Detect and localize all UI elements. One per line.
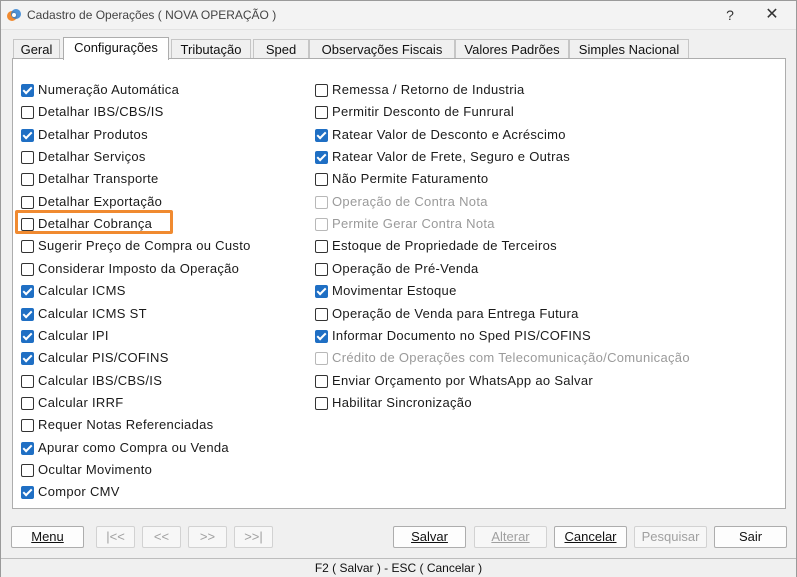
checkbox[interactable] xyxy=(21,195,34,209)
checkbox[interactable] xyxy=(315,396,328,410)
tab-configuracoes[interactable]: Configurações xyxy=(63,37,169,60)
cancel-button-label: Cancelar xyxy=(564,529,617,544)
checkbox[interactable] xyxy=(21,173,34,187)
option-label: Operação de Venda para Entrega Futura xyxy=(332,305,579,321)
exit-button[interactable]: Sair xyxy=(714,526,787,548)
checkbox[interactable] xyxy=(21,352,34,366)
option-label: Considerar Imposto da Operação xyxy=(38,260,240,276)
option-label: Calcular ICMS xyxy=(38,283,126,299)
title-bar: Cadastro de Operações ( NOVA OPERAÇÃO ) … xyxy=(1,1,796,30)
cancel-button[interactable]: Cancelar xyxy=(554,526,627,548)
configuracoes-panel: Numeração Automática Detalhar IBS/CBS/IS D… xyxy=(12,58,786,509)
checkbox[interactable] xyxy=(315,285,328,299)
next-record-button[interactable]: >> xyxy=(188,526,227,548)
option-label: Operação de Contra Nota xyxy=(332,193,488,209)
previous-record-button[interactable]: << xyxy=(142,526,181,548)
tab-valores-padroes[interactable]: Valores Padrões xyxy=(455,39,569,59)
checkbox[interactable] xyxy=(315,128,328,142)
option-label: Permite Gerar Contra Nota xyxy=(332,216,495,232)
first-record-button[interactable]: |<< xyxy=(96,526,135,548)
checkbox[interactable] xyxy=(21,128,34,142)
option-label: Não Permite Faturamento xyxy=(332,171,489,187)
option-label: Calcular IRRF xyxy=(38,394,124,410)
tab-sped[interactable]: Sped xyxy=(253,39,309,59)
option-label: Calcular PIS/COFINS xyxy=(38,350,169,366)
help-button[interactable]: ? xyxy=(717,5,743,25)
option-label: Compor CMV xyxy=(38,484,120,500)
checkbox[interactable] xyxy=(315,329,328,343)
dialog-window: Cadastro de Operações ( NOVA OPERAÇÃO ) … xyxy=(0,0,797,577)
option-label: Enviar Orçamento por WhatsApp ao Salvar xyxy=(332,372,593,388)
checkbox[interactable] xyxy=(315,151,328,165)
status-bar: F2 ( Salvar ) - ESC ( Cancelar ) xyxy=(1,558,796,577)
option-label: Movimentar Estoque xyxy=(332,283,457,299)
option-label: Requer Notas Referenciadas xyxy=(38,417,214,433)
checkbox[interactable] xyxy=(21,262,34,276)
option-label: Ratear Valor de Desconto e Acréscimo xyxy=(332,126,566,142)
option-label: Ratear Valor de Frete, Seguro e Outras xyxy=(332,149,571,165)
app-logo-icon xyxy=(7,9,21,21)
highlight-box xyxy=(15,210,173,234)
tab-geral[interactable]: Geral xyxy=(13,39,60,59)
checkbox[interactable] xyxy=(315,240,328,254)
checkbox xyxy=(315,195,328,209)
option-label: Calcular ICMS ST xyxy=(38,305,147,321)
edit-button[interactable]: Alterar xyxy=(474,526,547,548)
checkbox[interactable] xyxy=(21,329,34,343)
menu-button-label: Menu xyxy=(31,529,64,544)
checkbox[interactable] xyxy=(315,106,328,120)
checkbox[interactable] xyxy=(21,84,34,97)
tab-observacoes-fiscais[interactable]: Observações Fiscais xyxy=(309,39,455,59)
menu-button[interactable]: Menu xyxy=(11,526,84,548)
search-button[interactable]: Pesquisar xyxy=(634,526,707,548)
option-label: Remessa / Retorno de Industria xyxy=(332,82,525,97)
checkbox[interactable] xyxy=(21,307,34,321)
checkbox[interactable] xyxy=(21,441,34,455)
checkbox[interactable] xyxy=(315,307,328,321)
option-label: Permitir Desconto de Funrural xyxy=(332,104,515,120)
option-label: Crédito de Operações com Telecomunicação… xyxy=(332,350,690,366)
option-label: Informar Documento no Sped PIS/COFINS xyxy=(332,327,591,343)
checkbox[interactable] xyxy=(21,285,34,299)
close-button[interactable]: ✕ xyxy=(759,5,785,25)
checkbox[interactable] xyxy=(21,151,34,165)
save-button-label: Salvar xyxy=(411,529,448,544)
edit-button-label: Alterar xyxy=(491,529,530,544)
tab-tributacao[interactable]: Tributação xyxy=(171,39,251,59)
checkbox[interactable] xyxy=(21,396,34,410)
option-label: Operação de Pré-Venda xyxy=(332,260,479,276)
checkbox[interactable] xyxy=(21,240,34,254)
option-label: Calcular IBS/CBS/IS xyxy=(38,372,163,388)
checkbox[interactable] xyxy=(21,486,34,500)
checkbox[interactable] xyxy=(315,84,328,97)
option-label: Detalhar IBS/CBS/IS xyxy=(38,104,164,120)
option-label: Habilitar Sincronização xyxy=(332,394,472,410)
option-label: Detalhar Exportação xyxy=(38,193,163,209)
checkbox[interactable] xyxy=(315,173,328,187)
option-label: Sugerir Preço de Compra ou Custo xyxy=(38,238,251,254)
checkbox[interactable] xyxy=(315,374,328,388)
checkbox[interactable] xyxy=(21,374,34,388)
checkbox xyxy=(315,218,328,232)
option-label: Apurar como Compra ou Venda xyxy=(38,439,229,455)
window-title: Cadastro de Operações ( NOVA OPERAÇÃO ) xyxy=(27,8,277,22)
save-button[interactable]: Salvar xyxy=(393,526,466,548)
option-label: Numeração Automática xyxy=(38,82,180,97)
option-label: Detalhar Transporte xyxy=(38,171,159,187)
last-record-button[interactable]: >>| xyxy=(234,526,273,548)
checkbox xyxy=(315,352,328,366)
option-label: Ocultar Movimento xyxy=(38,461,153,477)
tab-simples-nacional[interactable]: Simples Nacional xyxy=(569,39,689,59)
checkbox[interactable] xyxy=(21,419,34,433)
option-label: Estoque de Propriedade de Terceiros xyxy=(332,238,557,254)
option-label: Detalhar Serviços xyxy=(38,149,146,165)
option-label: Detalhar Produtos xyxy=(38,126,148,142)
checkbox[interactable] xyxy=(21,463,34,477)
option-label: Calcular IPI xyxy=(38,327,109,343)
checkbox[interactable] xyxy=(21,106,34,120)
checkbox[interactable] xyxy=(315,262,328,276)
